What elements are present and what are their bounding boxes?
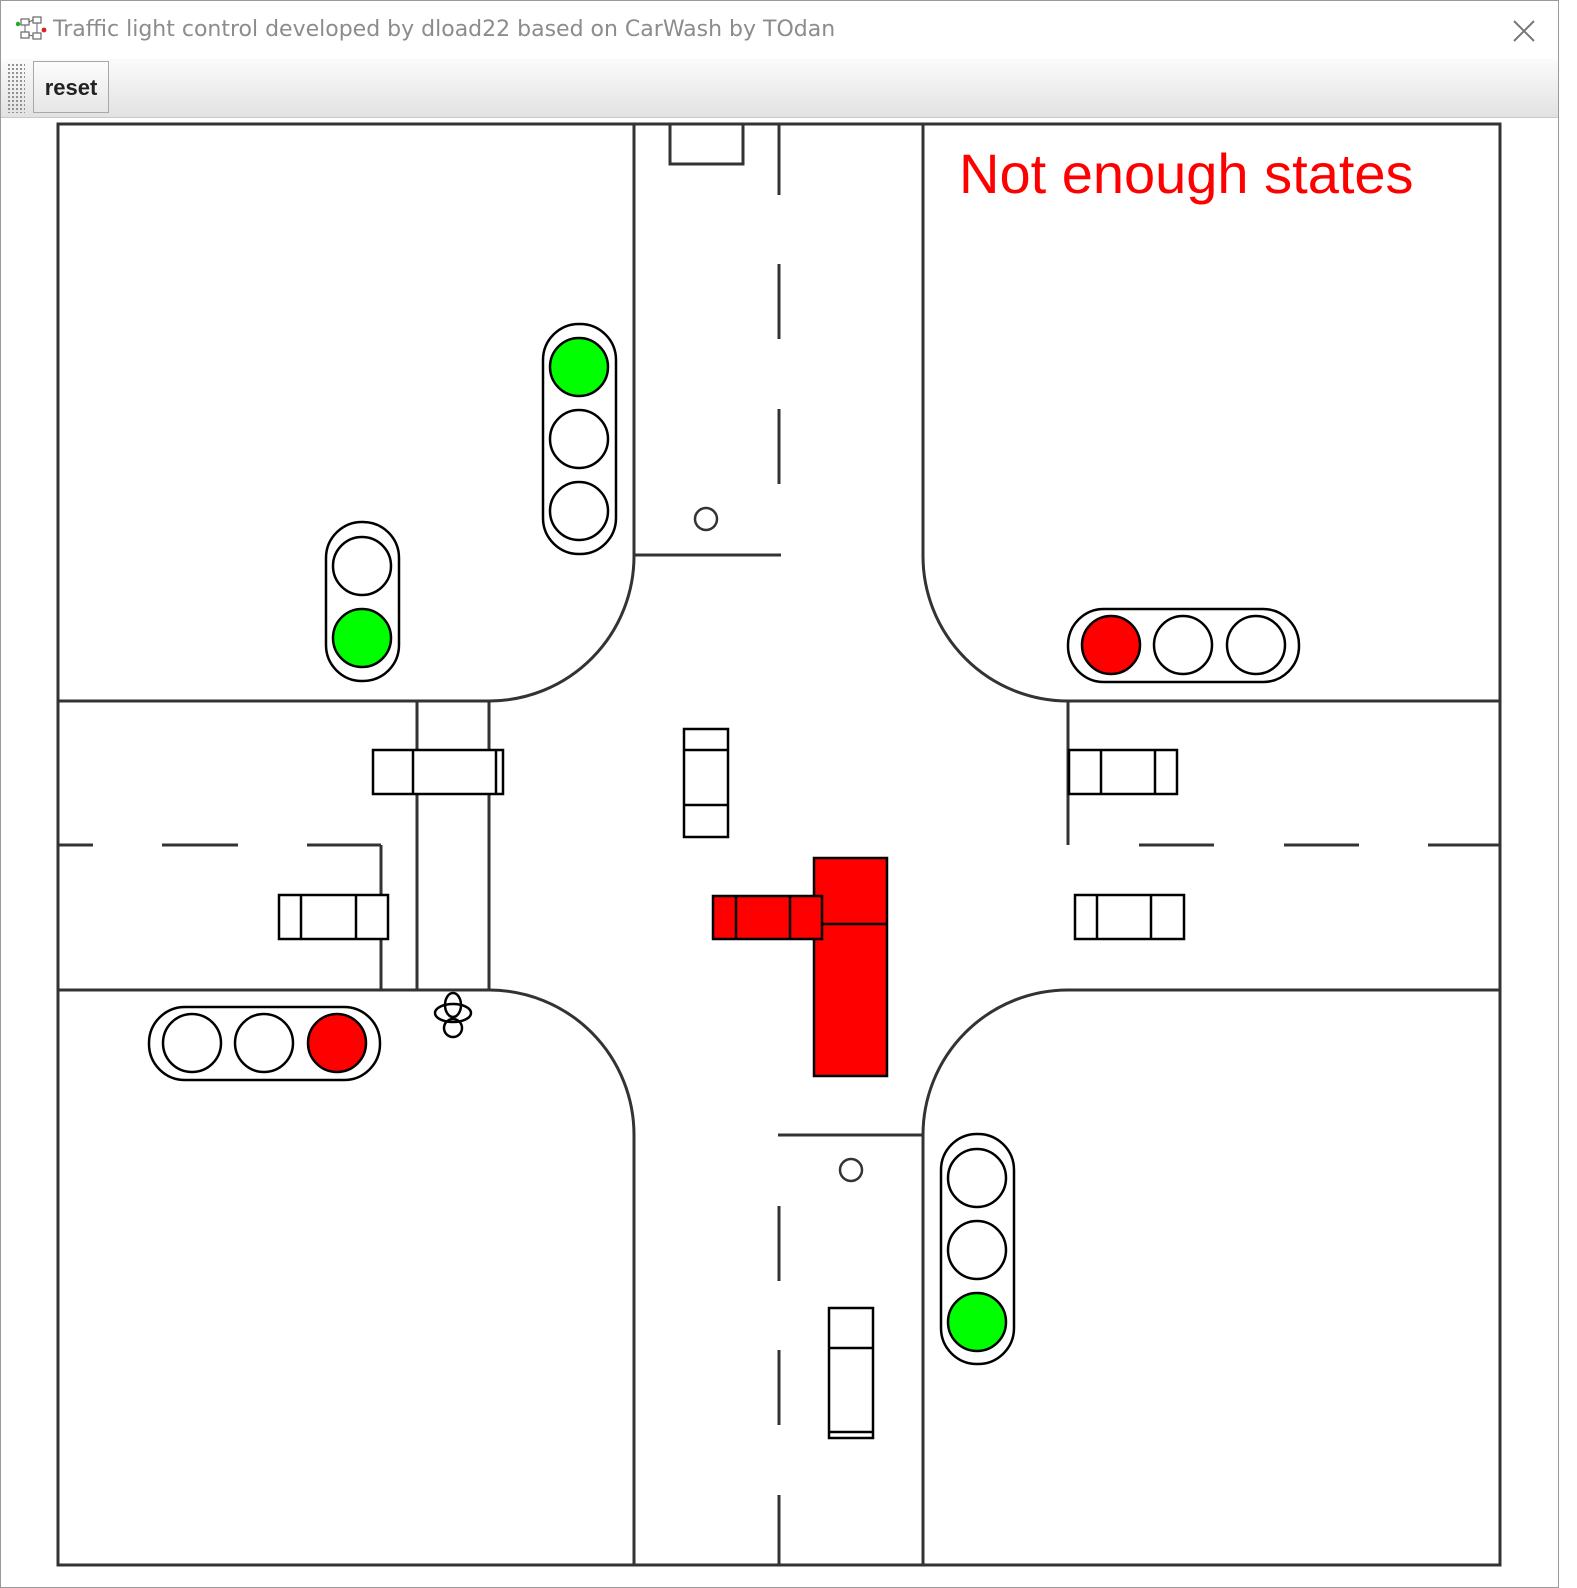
car-south (827, 1306, 875, 1440)
pedestrian-figure (433, 991, 473, 1039)
car-east-upper (1067, 748, 1179, 796)
sensor-north (693, 506, 719, 532)
window-title: Traffic light control developed by dload… (53, 17, 836, 42)
lamp-red (1080, 614, 1142, 676)
toolbar-grip[interactable] (7, 63, 25, 113)
title-bar: Traffic light control developed by dload… (1, 1, 1558, 59)
curb-northwest (489, 554, 636, 703)
car-east-lower (1073, 893, 1186, 941)
lamp-off (548, 408, 610, 470)
app-window: Traffic light control developed by dload… (0, 0, 1559, 1588)
lamp-red (306, 1012, 368, 1074)
lamp-off (1152, 614, 1214, 676)
lamp-off (161, 1012, 223, 1074)
car-active-truck (812, 856, 889, 1078)
status-message: Not enough states (959, 142, 1414, 205)
traffic-light-east (1066, 607, 1301, 684)
car-west-upper (371, 748, 505, 796)
lamp-off (946, 1219, 1008, 1281)
sensor-south (838, 1157, 864, 1183)
lamp-off (548, 480, 610, 542)
intersection-drawing (56, 122, 1502, 1567)
close-icon[interactable] (1506, 13, 1542, 49)
curb-southeast (921, 988, 1069, 1136)
traffic-light-west (147, 1005, 382, 1082)
car-center-north (682, 727, 730, 839)
lamp-green (331, 607, 393, 669)
car-active-horizontal (711, 894, 824, 941)
north-stop-box (668, 122, 745, 166)
state-machine-icon (15, 16, 47, 40)
lamp-off (946, 1147, 1008, 1209)
lamp-green (548, 336, 610, 398)
lamp-off (233, 1012, 295, 1074)
curb-northeast (921, 554, 1069, 703)
reset-button[interactable]: reset (33, 61, 109, 113)
traffic-light-north (541, 322, 618, 556)
toolbar: reset (1, 59, 1558, 118)
traffic-light-south (939, 1132, 1016, 1366)
lamp-green (946, 1291, 1008, 1353)
canvas-frame (56, 122, 1502, 1567)
pedestrian-light (324, 520, 401, 683)
lamp-off (1225, 614, 1287, 676)
lamp-off (331, 535, 393, 597)
intersection-canvas (1, 118, 1558, 1587)
car-west-lower (277, 893, 390, 941)
curb-southwest (489, 988, 636, 1136)
